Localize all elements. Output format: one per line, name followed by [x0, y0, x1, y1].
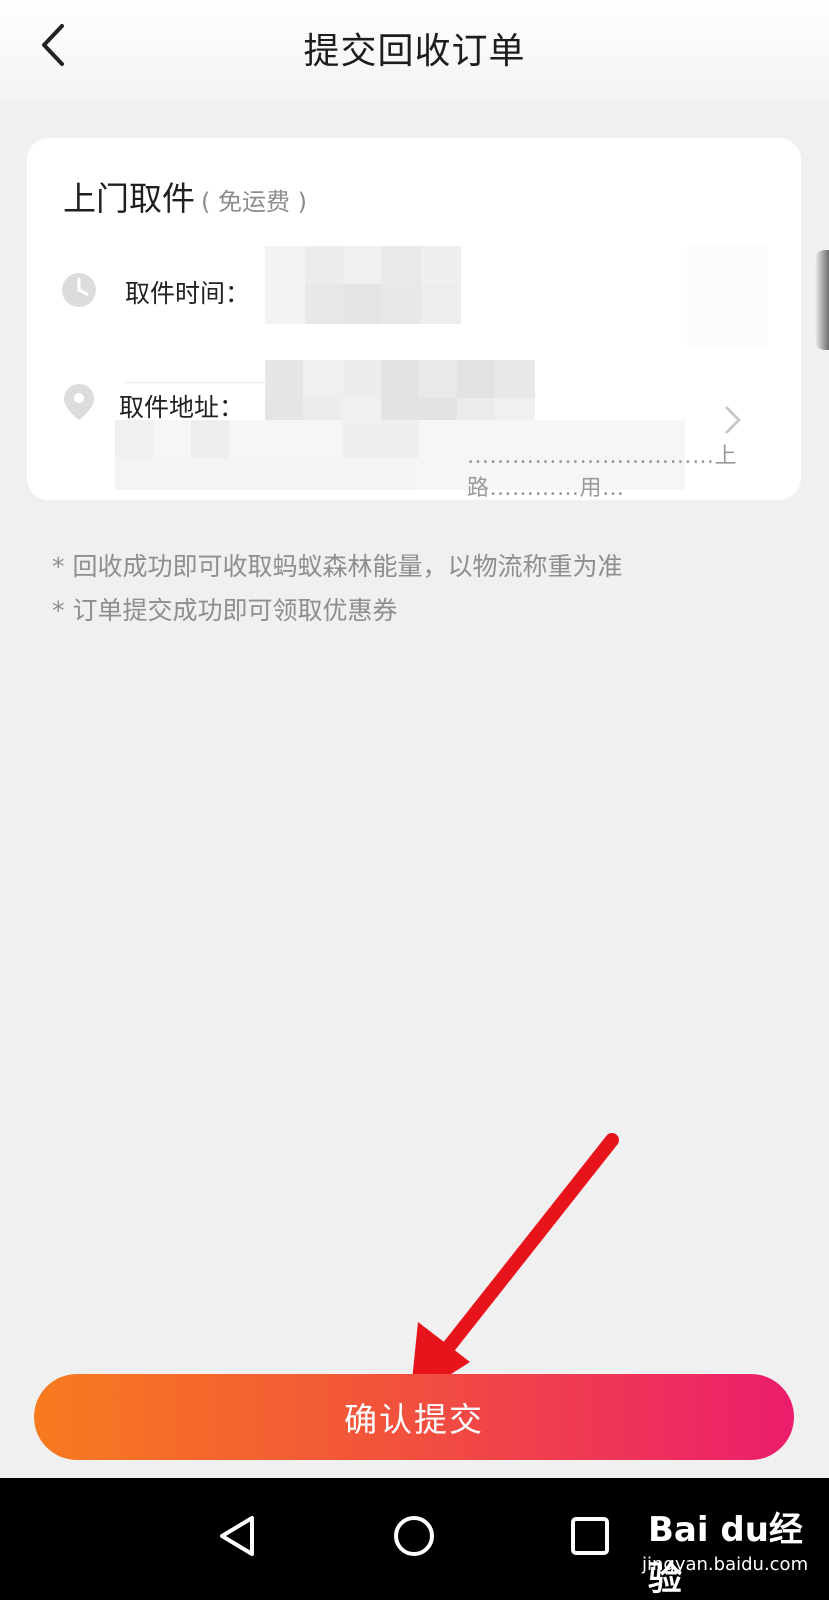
top-bar: 提交回收订单 [0, 0, 829, 100]
triangle-back-icon [220, 1516, 254, 1556]
edge-shadow [815, 250, 829, 350]
pickup-address-value: ……………………………上路…………用… [467, 444, 738, 501]
pickup-time-row[interactable]: 取件时间： 0 [27, 238, 801, 348]
pickup-card-title: 上门取件( 免运费 ) [63, 172, 307, 220]
pickup-title: 上门取件 [63, 179, 195, 218]
nav-back-button[interactable] [208, 1506, 268, 1566]
circle-home-icon [394, 1516, 434, 1556]
baidu-watermark: Bai du经验 jingyan.baidu.com [640, 1500, 815, 1599]
page-title: 提交回收订单 [303, 31, 526, 72]
note-energy: * 回收成功即可收取蚂蚁森林能量，以物流称重为准 [52, 552, 623, 581]
nav-recents-button[interactable] [560, 1506, 620, 1566]
confirm-submit-button[interactable]: 确认提交 [34, 1374, 794, 1460]
square-recents-icon [571, 1517, 609, 1555]
pickup-card: 上门取件( 免运费 ) 取件时间： 0 取件地址： [27, 138, 801, 501]
chevron-right-icon [725, 406, 741, 434]
clock-icon [62, 273, 96, 307]
location-pin-icon [64, 384, 94, 420]
nav-home-button[interactable] [384, 1506, 444, 1566]
watermark-url: jingyan.baidu.com [642, 1554, 809, 1575]
note-coupon: * 订单提交成功即可领取优惠券 [52, 596, 398, 625]
redacted-time-mosaic-right [687, 246, 767, 346]
pickup-address-row[interactable]: 取件地址： ……………………………上路…………用… [27, 350, 801, 501]
watermark-logo: Bai du经验 [648, 1510, 803, 1599]
free-shipping-note: ( 免运费 ) [201, 188, 307, 216]
pickup-time-label: 取件时间： [125, 279, 251, 308]
notes: * 回收成功即可收取蚂蚁森林能量，以物流称重为准 * 订单提交成功即可领取优惠券 [52, 545, 622, 633]
redacted-time-mosaic [265, 246, 461, 324]
